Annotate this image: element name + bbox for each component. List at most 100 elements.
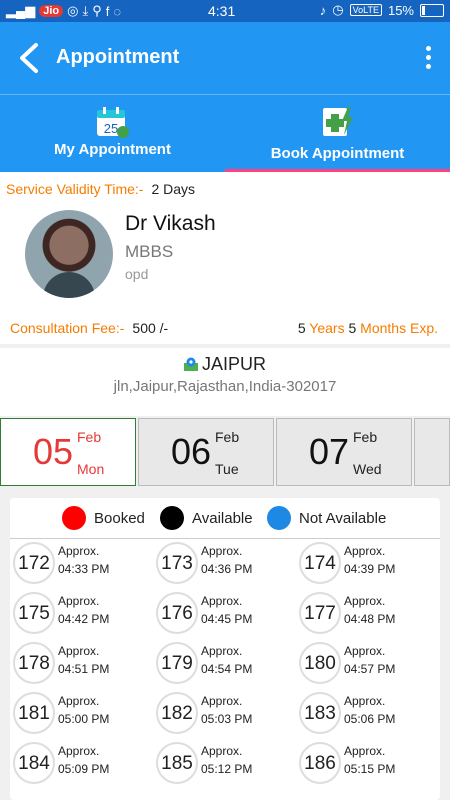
time-slot[interactable]: 180 Approx. 04:57 PM: [296, 640, 436, 688]
battery-percent: 15%: [387, 2, 414, 18]
slot-number: 186: [299, 742, 341, 784]
doctor-type: opd: [125, 266, 149, 282]
date-option-partial[interactable]: [414, 418, 450, 486]
validity-label: Service Validity Time:-: [6, 181, 144, 197]
date-weekday: Wed: [353, 461, 382, 477]
clinic-location: JAIPUR jln,Jaipur,Rajasthan,India-302017: [0, 348, 450, 416]
time-slot[interactable]: 185 Approx. 05:12 PM: [153, 740, 293, 788]
time-slot[interactable]: 174 Approx. 04:39 PM: [296, 540, 436, 588]
slot-time: 04:45 PM: [201, 612, 253, 626]
calendar-icon: 25: [97, 107, 129, 138]
slot-number: 178: [13, 642, 55, 684]
medical-calendar-icon: [323, 107, 353, 136]
date-option[interactable]: 06 Feb Tue: [138, 418, 274, 486]
time-slot[interactable]: 186 Approx. 05:15 PM: [296, 740, 436, 788]
slot-number: 172: [13, 542, 55, 584]
time-slot[interactable]: 175 Approx. 04:42 PM: [10, 590, 150, 638]
exp-suffix: Exp.: [409, 320, 438, 336]
time-slot[interactable]: 173 Approx. 04:36 PM: [153, 540, 293, 588]
slot-legend: Booked Available Not Available: [10, 498, 440, 539]
slot-approx: Approx.: [344, 594, 386, 608]
slot-number: 173: [156, 542, 198, 584]
slot-time: 05:00 PM: [58, 712, 110, 726]
doctor-degree: MBBS: [125, 242, 174, 261]
time-slot[interactable]: 178 Approx. 04:51 PM: [10, 640, 150, 688]
tab-bar: 25 My Appointment Book Appointment: [0, 94, 450, 173]
slot-number: 179: [156, 642, 198, 684]
signal-icon: ▂▄▆: [6, 3, 36, 18]
legend-available: Available: [160, 506, 253, 530]
date-day: 05: [33, 431, 74, 472]
slot-time: 04:33 PM: [58, 562, 110, 576]
page-title: Appointment: [56, 46, 180, 68]
location-city: JAIPUR: [201, 354, 266, 374]
status-right: ♪ ◷ VoLTE 15%: [320, 2, 444, 18]
booked-dot-icon: [62, 506, 86, 530]
date-option[interactable]: 05 Feb Mon: [0, 418, 136, 486]
date-weekday: Mon: [77, 461, 105, 477]
slot-time: 04:54 PM: [201, 662, 253, 676]
mute-icon: ♪: [319, 2, 327, 18]
map-pin-icon: [183, 357, 198, 371]
slot-time: 04:48 PM: [344, 612, 396, 626]
time-slot[interactable]: 184 Approx. 05:09 PM: [10, 740, 150, 788]
available-dot-icon: [160, 506, 184, 530]
doctor-name: Dr Vikash: [125, 212, 216, 235]
clock: 4:31: [208, 3, 236, 19]
slot-approx: Approx.: [201, 744, 243, 758]
time-slot[interactable]: 176 Approx. 04:45 PM: [153, 590, 293, 638]
slot-number: 182: [156, 692, 198, 734]
date-day: 07: [309, 431, 350, 472]
slot-time: 05:03 PM: [201, 712, 253, 726]
more-options-icon[interactable]: [420, 44, 436, 74]
slot-approx: Approx.: [344, 544, 386, 558]
tab-book-appointment[interactable]: Book Appointment: [225, 95, 450, 173]
date-day: 06: [171, 431, 212, 472]
app-bar: Appointment: [0, 22, 450, 94]
doctor-avatar: [25, 210, 113, 298]
time-slot[interactable]: 183 Approx. 05:06 PM: [296, 690, 436, 738]
not-available-dot-icon: [267, 506, 291, 530]
add-user-icon: ⚲: [92, 3, 102, 18]
time-slot[interactable]: 182 Approx. 05:03 PM: [153, 690, 293, 738]
slot-number: 177: [299, 592, 341, 634]
exp-months-label: Months: [360, 320, 407, 336]
slot-approx: Approx.: [344, 644, 386, 658]
date-month: Feb: [215, 429, 240, 445]
date-weekday: Tue: [215, 461, 239, 477]
tab-my-appointment[interactable]: 25 My Appointment: [0, 95, 225, 173]
slot-time: 04:42 PM: [58, 612, 110, 626]
facebook-icon: f: [105, 3, 110, 19]
time-slots-card: Booked Available Not Available 172 Approx…: [10, 498, 440, 800]
exp-years-label: Years: [309, 320, 345, 336]
date-option[interactable]: 07 Feb Wed: [276, 418, 412, 486]
slot-number: 181: [13, 692, 55, 734]
messenger-icon: ◌: [113, 3, 122, 19]
exp-years-number: 5: [297, 320, 306, 336]
fee-value: 500 /-: [132, 320, 169, 336]
slot-number: 183: [299, 692, 341, 734]
validity-value: 2 Days: [151, 181, 196, 197]
doctor-card: Service Validity Time:- 2 Days Dr Vikash …: [0, 172, 450, 344]
legend-booked-label: Booked: [94, 509, 145, 527]
volte-badge: VoLTE: [349, 4, 382, 16]
slot-time: 05:06 PM: [344, 712, 396, 726]
slot-number: 176: [156, 592, 198, 634]
time-slot[interactable]: 177 Approx. 04:48 PM: [296, 590, 436, 638]
slot-time: 05:09 PM: [58, 762, 110, 776]
slot-number: 184: [13, 742, 55, 784]
carrier-badge: Jio: [39, 5, 64, 17]
location-city-row: JAIPUR: [0, 354, 450, 375]
status-bar: ▂▄▆ Jio ◎ ⤓ ⚲ f ◌ 4:31 ♪ ◷ VoLTE 15%: [0, 0, 450, 22]
slot-time: 05:15 PM: [344, 762, 396, 776]
slot-number: 180: [299, 642, 341, 684]
slot-time: 04:57 PM: [344, 662, 396, 676]
download-icon: ⤓: [82, 3, 89, 18]
time-slot[interactable]: 172 Approx. 04:33 PM: [10, 540, 150, 588]
back-arrow-icon[interactable]: [16, 42, 42, 74]
time-slot[interactable]: 179 Approx. 04:54 PM: [153, 640, 293, 688]
experience: 5 Years 5 Months Exp.: [298, 320, 438, 336]
slot-time: 04:51 PM: [58, 662, 110, 676]
slot-number: 174: [299, 542, 341, 584]
time-slot[interactable]: 181 Approx. 05:00 PM: [10, 690, 150, 738]
